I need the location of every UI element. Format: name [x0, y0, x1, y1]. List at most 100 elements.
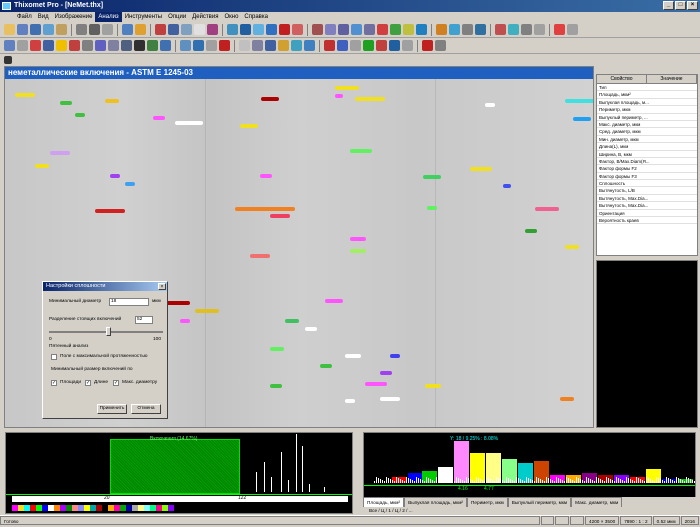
inclusion-particle[interactable] [270, 214, 290, 218]
row2-tool-icon-29[interactable] [363, 40, 374, 51]
inclusion-particle[interactable] [15, 93, 35, 97]
area-checkbox[interactable]: ✓ [51, 380, 57, 386]
length-checkbox[interactable]: ✓ [85, 380, 91, 386]
top-tool-icon-36[interactable] [436, 24, 447, 35]
inclusion-particle[interactable] [345, 399, 355, 403]
top-tool-icon-42[interactable] [508, 24, 519, 35]
inclusion-particle[interactable] [180, 319, 190, 323]
inclusion-particle[interactable] [153, 116, 165, 120]
row2-tool-icon-28[interactable] [350, 40, 361, 51]
inclusion-particle[interactable] [565, 99, 593, 103]
inclusion-particle[interactable] [365, 382, 387, 386]
grayscale-histogram[interactable]: Включения (14.67%) 20 122 [5, 432, 353, 514]
inclusion-particle[interactable] [335, 94, 343, 98]
minimize-icon[interactable]: _ [663, 1, 674, 10]
property-row[interactable]: Фактор формы F3 [597, 173, 697, 181]
inclusion-particle[interactable] [260, 174, 272, 178]
row2-tool-icon-35[interactable] [435, 40, 446, 51]
feature-tab[interactable]: Площадь, мкм² [363, 497, 405, 507]
inclusion-particle[interactable] [485, 103, 495, 107]
menu-item-5[interactable]: Опции [165, 12, 189, 22]
top-tool-icon-28[interactable] [338, 24, 349, 35]
property-column-header[interactable]: Свойство [597, 75, 647, 83]
property-row[interactable]: Ориентация [597, 210, 697, 218]
row2-tool-icon-16[interactable] [206, 40, 217, 51]
top-tool-icon-24[interactable] [292, 24, 303, 35]
top-tool-icon-8[interactable] [102, 24, 113, 35]
cursor-icon[interactable] [4, 55, 12, 64]
top-tool-icon-38[interactable] [462, 24, 473, 35]
inclusion-particle[interactable] [423, 175, 441, 179]
row2-tool-icon-10[interactable] [134, 40, 145, 51]
top-tool-icon-34[interactable] [416, 24, 427, 35]
property-row[interactable]: Вытянутость, Max.Dia... [597, 202, 697, 210]
inclusion-particle[interactable] [470, 167, 492, 171]
min-diameter-input[interactable]: 18 [109, 298, 149, 306]
top-tool-icon-23[interactable] [279, 24, 290, 35]
row2-tool-icon-24[interactable] [304, 40, 315, 51]
property-row[interactable]: Фактор, B/Max.Diam(Я... [597, 158, 697, 166]
row2-tool-icon-5[interactable] [69, 40, 80, 51]
top-tool-icon-46[interactable] [554, 24, 565, 35]
inclusion-particle[interactable] [380, 397, 400, 401]
inclusion-particle[interactable] [195, 309, 219, 313]
property-row[interactable]: Ширина, B, мкм [597, 151, 697, 158]
inclusion-particle[interactable] [345, 354, 361, 358]
inclusion-particle[interactable] [105, 99, 119, 103]
row2-tool-icon-30[interactable] [376, 40, 387, 51]
top-tool-icon-27[interactable] [325, 24, 336, 35]
property-row[interactable]: Сред. диаметр, мкм [597, 128, 697, 136]
row2-tool-icon-14[interactable] [180, 40, 191, 51]
apply-button[interactable]: Применить [97, 404, 127, 414]
property-row[interactable]: Длина(L), мкм [597, 143, 697, 151]
menu-item-3[interactable]: Анализ [95, 12, 122, 22]
top-tool-icon-41[interactable] [495, 24, 506, 35]
property-row[interactable]: Периметр, мкм [597, 106, 697, 114]
inclusion-particle[interactable] [425, 384, 441, 388]
top-tool-icon-14[interactable] [168, 24, 179, 35]
top-tool-icon-22[interactable] [266, 24, 277, 35]
top-tool-icon-15[interactable] [181, 24, 192, 35]
row2-tool-icon-12[interactable] [160, 40, 171, 51]
top-tool-icon-20[interactable] [240, 24, 251, 35]
maximize-icon[interactable]: □ [675, 1, 686, 10]
row2-tool-icon-11[interactable] [147, 40, 158, 51]
top-tool-icon-2[interactable] [30, 24, 41, 35]
close-icon[interactable]: × [687, 1, 698, 10]
property-row[interactable]: Макс. диаметр, мкм [597, 121, 697, 129]
feature-tab[interactable]: Выпуклый периметр, мкм [507, 497, 572, 507]
row2-tool-icon-0[interactable] [4, 40, 15, 51]
inclusion-particle[interactable] [270, 384, 282, 388]
dialog-close-icon[interactable]: × [158, 283, 166, 290]
row2-tool-icon-20[interactable] [252, 40, 263, 51]
subtab-bar[interactable]: Все / Ц / 1 / Ц / 2 / ... [363, 507, 696, 515]
top-tool-icon-39[interactable] [475, 24, 486, 35]
top-tool-icon-37[interactable] [449, 24, 460, 35]
inclusion-particle[interactable] [350, 149, 372, 153]
inclusion-particle[interactable] [390, 354, 400, 358]
top-tool-icon-10[interactable] [122, 24, 133, 35]
top-tool-icon-33[interactable] [403, 24, 414, 35]
top-tool-icon-16[interactable] [194, 24, 205, 35]
top-tool-icon-7[interactable] [89, 24, 100, 35]
row2-tool-icon-4[interactable] [56, 40, 67, 51]
top-tool-icon-11[interactable] [135, 24, 146, 35]
slider-thumb[interactable] [105, 327, 111, 336]
menu-item-6[interactable]: Действия [189, 12, 221, 22]
top-tool-icon-44[interactable] [534, 24, 545, 35]
top-tool-icon-0[interactable] [4, 24, 15, 35]
row2-tool-icon-6[interactable] [82, 40, 93, 51]
property-row[interactable]: Тип [597, 84, 697, 92]
inclusion-particle[interactable] [235, 207, 295, 211]
inclusion-particle[interactable] [175, 121, 203, 125]
top-tool-icon-43[interactable] [521, 24, 532, 35]
inclusion-particle[interactable] [380, 371, 392, 375]
property-row[interactable]: Выпуклый периметр, ... [597, 114, 697, 121]
inclusion-particle[interactable] [60, 101, 72, 105]
row2-tool-icon-31[interactable] [389, 40, 400, 51]
top-tool-icon-4[interactable] [56, 24, 67, 35]
maxdiam-checkbox[interactable]: ✓ [113, 380, 119, 386]
property-row[interactable]: Мин. диаметр, мкм [597, 136, 697, 144]
inclusion-particle[interactable] [560, 397, 574, 401]
property-row[interactable]: Выпуклая площадь, м... [597, 99, 697, 107]
